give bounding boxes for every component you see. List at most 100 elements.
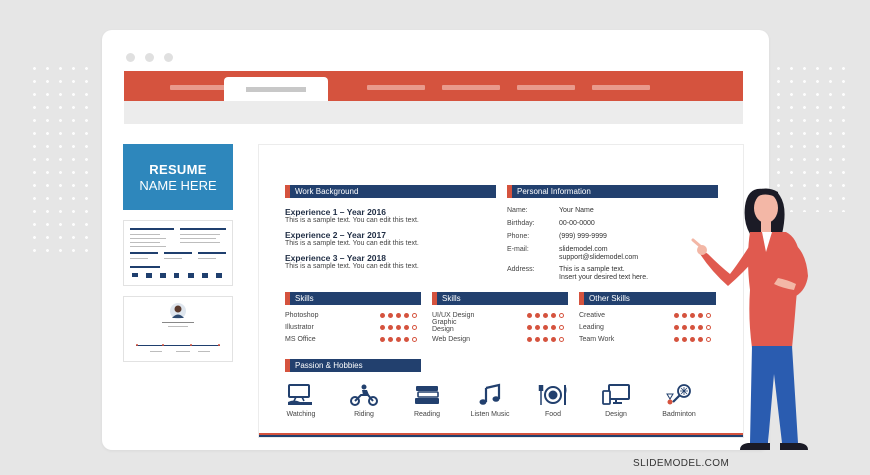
thumbnail-cover[interactable]: RESUME NAME HERE [123, 144, 233, 210]
rating-dot [543, 325, 548, 330]
mini-text-line [130, 242, 160, 243]
tab-placeholder[interactable] [442, 85, 500, 90]
tab-placeholder[interactable] [367, 85, 425, 90]
rating-dot [674, 313, 679, 318]
mini-text-line [130, 246, 166, 247]
thumbnail-timeline[interactable] [123, 296, 233, 362]
skill-name: Web Design [432, 336, 471, 343]
skill-rating [380, 337, 425, 343]
browser-window: RESUME NAME HERE Work Background Experie… [102, 30, 769, 450]
pi-label: Address: [507, 266, 535, 273]
hobby-label: Listen Music [470, 411, 510, 418]
dot-pattern-left [28, 62, 98, 252]
window-dot[interactable] [164, 53, 173, 62]
hobby-riding: Riding [334, 383, 394, 418]
hobby-listen-music: Listen Music [460, 383, 520, 418]
pi-value: Your Name [559, 207, 594, 214]
mini-text-line [168, 326, 188, 327]
rating-dot [527, 313, 532, 318]
skill-name: Creative [579, 312, 606, 319]
skill-rating [527, 337, 572, 343]
window-dot[interactable] [145, 53, 154, 62]
rating-dot [388, 337, 393, 342]
rating-dot [674, 337, 679, 342]
tab-bar [124, 71, 743, 101]
rating-dot [682, 325, 687, 330]
skill-rating [527, 325, 572, 331]
rating-dot [388, 325, 393, 330]
rating-dot [412, 337, 417, 342]
tab-active[interactable] [224, 77, 328, 103]
mini-text-line [150, 351, 162, 352]
experience-title: Experience 3 – Year 2018 [285, 253, 386, 263]
mini-section-bar [130, 266, 160, 268]
mini-text-line [130, 234, 160, 235]
mini-text-line [176, 351, 190, 352]
pi-label: Birthday: [507, 220, 535, 227]
skill-rating [527, 313, 572, 319]
experience-title: Experience 1 – Year 2016 [285, 207, 386, 217]
mini-avatar [170, 303, 186, 319]
mini-text-line [180, 238, 216, 239]
mini-text-line [180, 234, 220, 235]
skills-heading: Skills [432, 292, 568, 305]
hobby-label: Food [545, 411, 561, 418]
resume-footer-bar [259, 433, 743, 437]
rating-dot [380, 325, 385, 330]
pi-value: slidemodel.com support@slidemodel.com [559, 246, 639, 261]
rating-dot [682, 337, 687, 342]
rating-dot [412, 325, 417, 330]
rating-dot [527, 325, 532, 330]
mini-text-line [164, 258, 182, 259]
skill-name: Leading [579, 324, 604, 331]
tab-placeholder[interactable] [170, 85, 228, 90]
hobby-watching: Watching [271, 383, 331, 418]
mini-timeline-line [136, 345, 220, 346]
pi-value: This is a sample text. Insert your desir… [559, 266, 649, 281]
hobby-food: Food [523, 383, 583, 418]
toolbar-strip [124, 101, 743, 124]
pi-label: Phone: [507, 233, 530, 240]
pi-value: 00-00-0000 [559, 220, 595, 227]
rating-dot [412, 313, 417, 318]
brand-watermark: SLIDEMODEL.COM [633, 458, 730, 469]
rating-dot [535, 313, 540, 318]
rating-dot [380, 313, 385, 318]
pi-value: (999) 999-9999 [559, 233, 607, 240]
tab-placeholder[interactable] [517, 85, 575, 90]
hobby-reading: Reading [397, 383, 457, 418]
window-dot[interactable] [126, 53, 135, 62]
hobby-label: Reading [413, 411, 441, 418]
rating-dot [551, 337, 556, 342]
mini-timeline-dot [190, 344, 192, 346]
rating-dot [527, 337, 532, 342]
rating-dot [543, 313, 548, 318]
skill-name: Graphic Design [432, 319, 457, 333]
skill-name: MS Office [285, 336, 316, 343]
mini-timeline-dot [136, 344, 138, 346]
motorbike-icon [350, 384, 378, 406]
skill-rating [380, 313, 425, 319]
tab-placeholder[interactable] [592, 85, 650, 90]
rating-dot [404, 337, 409, 342]
hobbies-heading: Passion & Hobbies [285, 359, 421, 372]
mini-text-line [130, 258, 148, 259]
rating-dot [404, 313, 409, 318]
mini-text-line [198, 258, 216, 259]
rating-dot [551, 325, 556, 330]
pi-label: Name: [507, 207, 528, 214]
music-note-icon [479, 383, 501, 405]
cover-subtitle: NAME HERE [139, 178, 217, 193]
skill-rating [380, 325, 425, 331]
mini-section-bar [130, 228, 174, 230]
presenter-illustration [691, 188, 808, 450]
skill-name: Illustrator [285, 324, 314, 331]
rating-dot [559, 313, 564, 318]
rating-dot [396, 325, 401, 330]
rating-dot [551, 313, 556, 318]
work-heading: Work Background [285, 185, 496, 198]
resume-slide: Work Background Experience 1 – Year 2016… [258, 144, 744, 438]
books-icon [415, 386, 439, 404]
experience-text: This is a sample text. You can edit this… [285, 240, 419, 247]
thumbnail-resume[interactable] [123, 220, 233, 286]
